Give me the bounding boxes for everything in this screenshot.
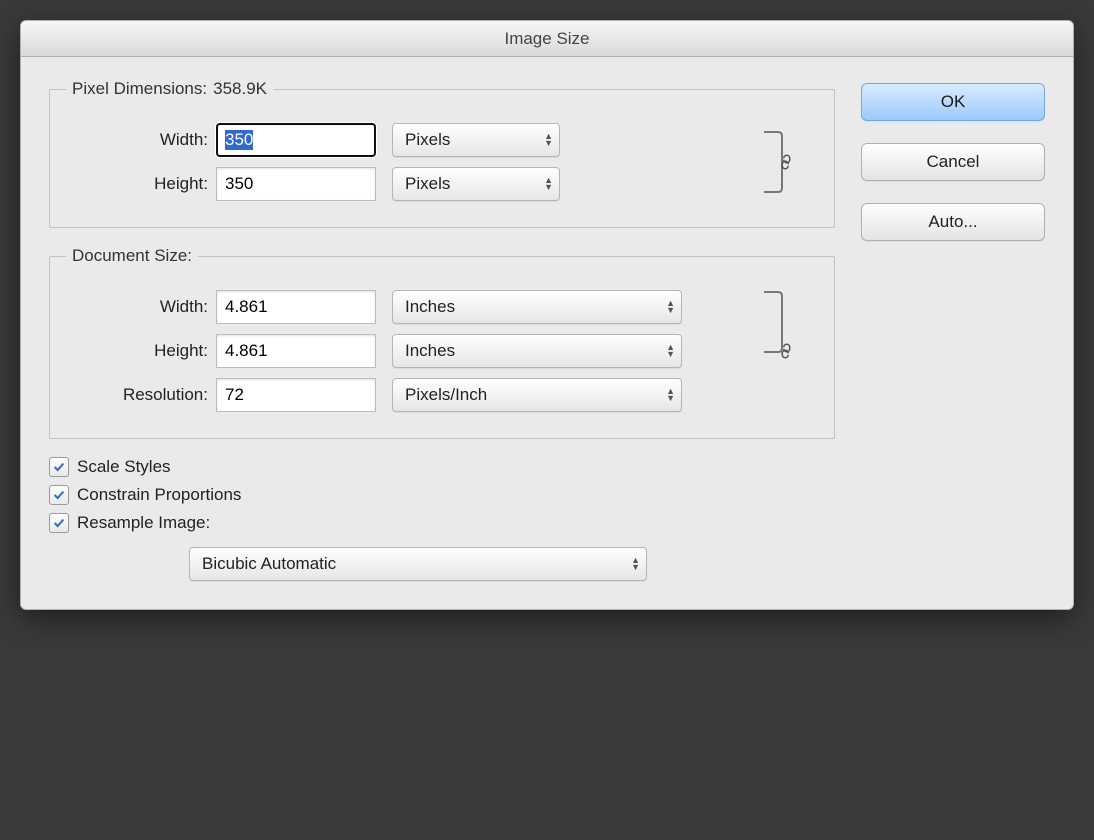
- stepper-icon: ▲▼: [544, 133, 553, 147]
- constrain-proportions-row: Constrain Proportions: [49, 485, 835, 505]
- chain-link-icon[interactable]: [776, 152, 796, 172]
- constrain-proportions-label: Constrain Proportions: [77, 485, 241, 505]
- px-height-label: Height:: [66, 174, 216, 194]
- dialog-title: Image Size: [504, 29, 589, 49]
- px-width-unit-value: Pixels: [405, 130, 450, 150]
- resample-method-select[interactable]: Bicubic Automatic ▲▼: [189, 547, 647, 581]
- ok-button[interactable]: OK: [861, 83, 1045, 121]
- scale-styles-label: Scale Styles: [77, 457, 171, 477]
- resample-method-value: Bicubic Automatic: [202, 554, 336, 574]
- doc-width-unit-select[interactable]: Inches ▲▼: [392, 290, 682, 324]
- doc-resolution-label: Resolution:: [66, 385, 216, 405]
- auto-button[interactable]: Auto...: [861, 203, 1045, 241]
- stepper-icon: ▲▼: [544, 177, 553, 191]
- resample-image-checkbox[interactable]: [49, 513, 69, 533]
- doc-width-unit-value: Inches: [405, 297, 455, 317]
- doc-resolution-input[interactable]: [216, 378, 376, 412]
- px-width-input[interactable]: [216, 123, 376, 157]
- cancel-button[interactable]: Cancel: [861, 143, 1045, 181]
- stepper-icon: ▲▼: [666, 300, 675, 314]
- button-column: OK Cancel Auto...: [835, 79, 1045, 581]
- stepper-icon: ▲▼: [631, 557, 640, 571]
- px-height-input[interactable]: [216, 167, 376, 201]
- stepper-icon: ▲▼: [666, 344, 675, 358]
- document-size-legend: Document Size:: [66, 246, 198, 266]
- checkmark-icon: [52, 488, 66, 502]
- doc-width-label: Width:: [66, 297, 216, 317]
- px-height-unit-value: Pixels: [405, 174, 450, 194]
- pixel-dimensions-legend-prefix: Pixel Dimensions:: [72, 79, 207, 99]
- doc-resolution-unit-value: Pixels/Inch: [405, 385, 487, 405]
- checkmark-icon: [52, 516, 66, 530]
- resample-image-label: Resample Image:: [77, 513, 210, 533]
- px-width-unit-select[interactable]: Pixels ▲▼: [392, 123, 560, 157]
- checkmark-icon: [52, 460, 66, 474]
- scale-styles-checkbox[interactable]: [49, 457, 69, 477]
- doc-height-label: Height:: [66, 341, 216, 361]
- scale-styles-row: Scale Styles: [49, 457, 835, 477]
- constrain-proportions-checkbox[interactable]: [49, 485, 69, 505]
- doc-height-input[interactable]: [216, 334, 376, 368]
- pixel-dimensions-legend: Pixel Dimensions: 358.9K: [66, 79, 273, 99]
- resample-image-row: Resample Image:: [49, 513, 835, 533]
- pixel-dimensions-size: 358.9K: [213, 79, 267, 99]
- doc-height-unit-select[interactable]: Inches ▲▼: [392, 334, 682, 368]
- chain-link-icon[interactable]: [776, 341, 796, 361]
- dialog-content: Pixel Dimensions: 358.9K Width: Pixels ▲…: [21, 57, 1073, 609]
- px-width-label: Width:: [66, 130, 216, 150]
- dialog-title-bar: Image Size: [21, 21, 1073, 57]
- doc-width-input[interactable]: [216, 290, 376, 324]
- image-size-dialog: Image Size Pixel Dimensions: 358.9K Widt…: [20, 20, 1074, 610]
- doc-resolution-unit-select[interactable]: Pixels/Inch ▲▼: [392, 378, 682, 412]
- main-column: Pixel Dimensions: 358.9K Width: Pixels ▲…: [49, 79, 835, 581]
- px-height-unit-select[interactable]: Pixels ▲▼: [392, 167, 560, 201]
- document-size-group: Document Size: Width: Inches ▲▼ Heig: [49, 246, 835, 439]
- doc-height-unit-value: Inches: [405, 341, 455, 361]
- pixel-dimensions-group: Pixel Dimensions: 358.9K Width: Pixels ▲…: [49, 79, 835, 228]
- stepper-icon: ▲▼: [666, 388, 675, 402]
